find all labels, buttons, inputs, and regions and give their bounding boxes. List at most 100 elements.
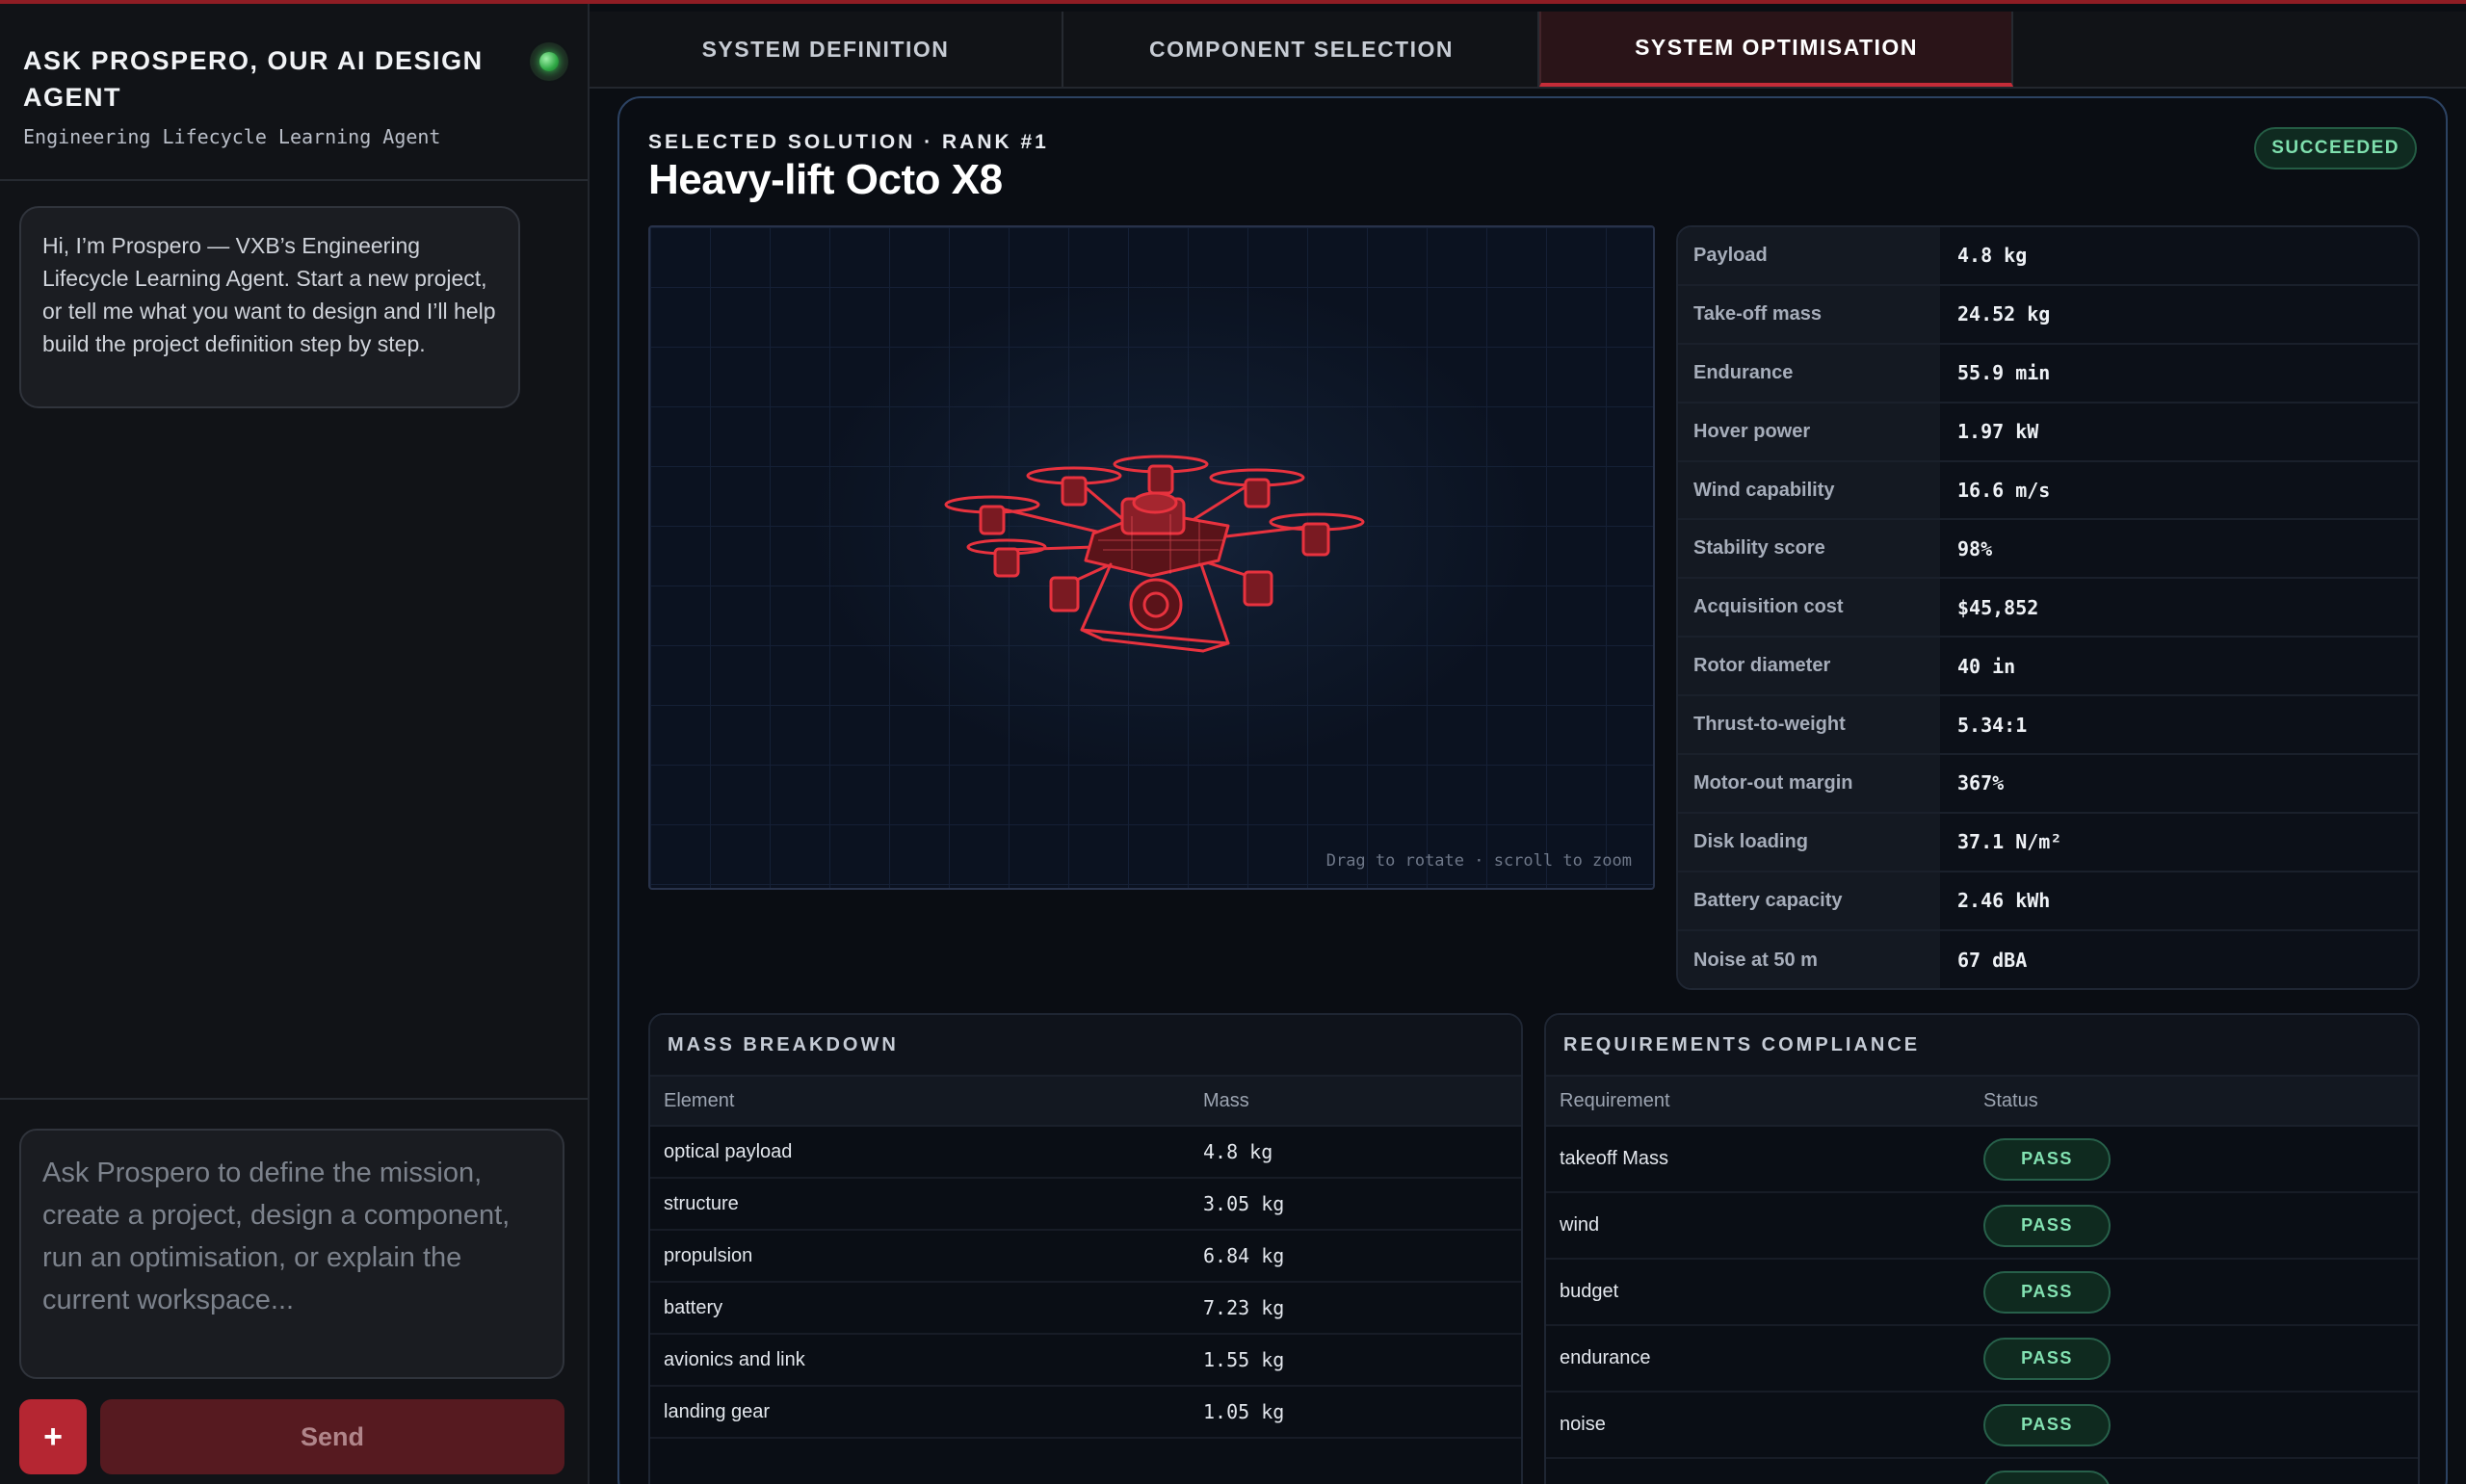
spec-value: 37.1 N/m² [1957,830,2062,854]
spec-row: Thrust-to-weight 5.34:1 [1678,696,2418,756]
mass-cell: 4.8 kg [1203,1140,1273,1163]
mass-breakdown-card: MASS BREAKDOWN Element Mass optical payl… [648,1013,1523,1484]
spec-row: Stability score 98% [1678,520,2418,580]
solution-title: Heavy-lift Octo X8 [648,156,1003,203]
spec-label: Rotor diameter [1678,638,1940,695]
assistant-message: Hi, I’m Prospero — VXB’s Engineering Lif… [19,206,520,408]
element-cell: structure [664,1192,739,1214]
spec-row: Motor-out margin 367% [1678,755,2418,814]
element-cell: landing gear [664,1400,771,1422]
spec-value: 4.8 kg [1957,244,2028,268]
spec-row: Disk loading 37.1 N/m² [1678,813,2418,872]
spec-label: Battery capacity [1678,872,1940,929]
drone-wireframe-icon [944,455,1365,653]
element-cell: propulsion [664,1244,753,1266]
assistant-header: ASK PROSPERO, OUR AI DESIGN AGENT Engine… [0,4,588,181]
pass-badge: PASS [1983,1403,2111,1446]
3d-model-viewer[interactable]: Drag to rotate · scroll to zoom [648,225,1655,890]
send-button[interactable]: Send [100,1399,564,1474]
column-header-status: Status [1983,1089,2038,1111]
spec-value: 40 in [1957,654,2016,678]
spec-row: Wind capability 16.6 m/s [1678,461,2418,521]
spec-row: Acquisition cost $45,852 [1678,579,2418,638]
pass-badge: PASS [1983,1337,2111,1380]
viewer-hint: Drag to rotate · scroll to zoom [1325,851,1632,871]
status-badge: SUCCEEDED [2254,127,2417,169]
column-header-requirement: Requirement [1560,1089,1670,1111]
table-row: PASS [1546,1459,2418,1484]
assistant-subtitle: Engineering Lifecycle Learning Agent [23,125,441,148]
table-row: structure 3.05 kg [650,1179,1521,1231]
pass-badge: PASS [1983,1204,2111,1247]
card-title: MASS BREAKDOWN [650,1015,1521,1075]
mass-cell: 1.05 kg [1203,1400,1285,1423]
tab-system-definition[interactable]: SYSTEM DEFINITION [590,12,1063,87]
spec-label: Disk loading [1678,813,1940,871]
pass-badge: PASS [1983,1470,2111,1484]
spec-label: Noise at 50 m [1678,930,1940,988]
mass-cell: 7.23 kg [1203,1296,1285,1319]
spec-row: Rotor diameter 40 in [1678,638,2418,697]
online-status-icon [530,42,568,81]
spec-table: Payload 4.8 kg Take-off mass 24.52 kg Endu… [1676,225,2420,990]
spec-label: Stability score [1678,520,1940,578]
spec-value: 5.34:1 [1957,713,2028,737]
mass-cell: 6.84 kg [1203,1244,1285,1267]
element-cell: optical payload [664,1140,793,1162]
spec-label: Hover power [1678,403,1940,460]
assistant-title: ASK PROSPERO, OUR AI DESIGN AGENT [23,46,484,112]
table-header: Element Mass [650,1075,1521,1127]
spec-row: Endurance 55.9 min [1678,344,2418,404]
tab-system-optimisation[interactable]: SYSTEM OPTIMISATION [1539,12,2013,87]
spec-label: Thrust-to-weight [1678,696,1940,754]
mass-cell: 1.55 kg [1203,1348,1285,1371]
spec-label: Payload [1678,227,1940,284]
table-row: landing gear 1.05 kg [650,1387,1521,1439]
workflow-tabs: SYSTEM DEFINITION COMPONENT SELECTION SY… [590,12,2466,89]
requirement-cell: wind [1560,1214,1600,1236]
spec-label: Wind capability [1678,461,1940,519]
element-cell: battery [664,1296,723,1318]
table-row: takeoff Mass PASS [1546,1127,2418,1193]
requirement-cell [1546,1459,1970,1484]
table-row: optical payload 4.8 kg [650,1127,1521,1179]
requirement-cell: endurance [1560,1347,1651,1368]
requirement-cell: budget [1560,1281,1619,1302]
requirement-cell: takeoff Mass [1560,1148,1669,1169]
table-header: Requirement Status [1546,1075,2418,1127]
spec-row: Battery capacity 2.46 kWh [1678,872,2418,931]
spec-value: 24.52 kg [1957,302,2051,326]
spec-label: Take-off mass [1678,285,1940,343]
solution-panel: SELECTED SOLUTION · RANK #1 Heavy-lift O… [617,96,2448,1484]
column-header-mass: Mass [1203,1089,1249,1111]
table-row: wind PASS [1546,1193,2418,1260]
tab-component-selection[interactable]: COMPONENT SELECTION [1065,12,1539,87]
table-row: avionics and link 1.55 kg [650,1335,1521,1387]
table-row: endurance PASS [1546,1326,2418,1393]
pass-badge: PASS [1983,1137,2111,1181]
spec-value: 1.97 kW [1957,420,2039,444]
table-row: budget PASS [1546,1260,2418,1326]
card-title: REQUIREMENTS COMPLIANCE [1546,1015,2418,1075]
table-row: battery 7.23 kg [650,1283,1521,1335]
spec-value: 16.6 m/s [1957,479,2051,502]
spec-value: 367% [1957,771,2005,795]
spec-label: Motor-out margin [1678,755,1940,812]
spec-row: Noise at 50 m 67 dBA [1678,930,2418,988]
spec-value: $45,852 [1957,595,2039,619]
spec-label: Acquisition cost [1678,579,1940,637]
requirement-cell: noise [1560,1414,1606,1435]
spec-value: 2.46 kWh [1957,889,2051,913]
element-cell: avionics and link [664,1348,805,1370]
spec-value: 67 dBA [1957,949,2028,973]
table-row: propulsion 6.84 kg [650,1231,1521,1283]
spec-row: Hover power 1.97 kW [1678,403,2418,462]
spec-value: 55.9 min [1957,361,2051,385]
chat-input[interactable]: Ask Prospero to define the mission, crea… [19,1129,564,1379]
spec-value: 98% [1957,536,1993,560]
chat-composer: Ask Prospero to define the mission, crea… [0,1098,588,1484]
add-attachment-button[interactable]: + [19,1399,87,1474]
table-row: noise PASS [1546,1393,2418,1459]
mass-cell: 3.05 kg [1203,1192,1285,1215]
requirements-compliance-card: REQUIREMENTS COMPLIANCE Requirement Stat… [1544,1013,2420,1484]
